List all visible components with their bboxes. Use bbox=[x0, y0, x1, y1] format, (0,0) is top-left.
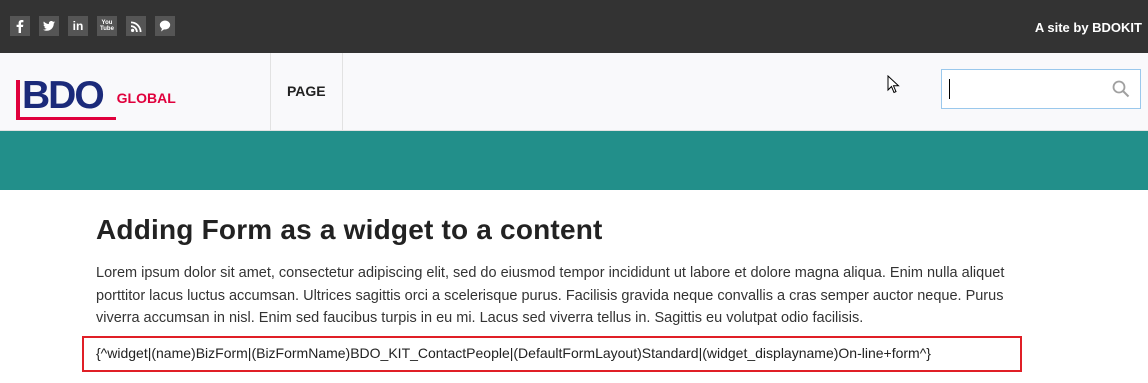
search-box[interactable] bbox=[941, 69, 1141, 109]
logo-underline bbox=[16, 117, 116, 120]
twitter-icon[interactable] bbox=[39, 16, 59, 36]
search-input[interactable] bbox=[942, 70, 1102, 108]
top-bar: in You Tube A site by BDOKIT bbox=[0, 0, 1148, 53]
nav-divider bbox=[342, 53, 343, 131]
facebook-icon[interactable] bbox=[10, 16, 30, 36]
logo-sub: GLOBAL bbox=[116, 90, 176, 106]
widget-code-highlight: {^widget|(name)BizForm|(BizFormName)BDO_… bbox=[82, 336, 1022, 372]
rss-icon[interactable] bbox=[126, 16, 146, 36]
site-by-text[interactable]: A site by BDOKIT bbox=[1035, 20, 1142, 35]
logo-red-bar bbox=[16, 80, 20, 118]
nav-divider bbox=[270, 53, 271, 131]
text-caret bbox=[949, 79, 950, 99]
body-paragraph: Lorem ipsum dolor sit amet, consectetur … bbox=[96, 265, 1005, 326]
nav-item-page[interactable]: PAGE bbox=[287, 83, 326, 99]
search-icon[interactable] bbox=[1112, 80, 1130, 98]
site-header: BDO GLOBAL PAGE bbox=[0, 53, 1148, 131]
logo-text: BDO bbox=[22, 74, 105, 117]
bdo-logo[interactable]: BDO GLOBAL bbox=[16, 70, 176, 120]
mouse-pointer-icon bbox=[887, 75, 900, 94]
widget-code: {^widget|(name)BizForm|(BizFormName)BDO_… bbox=[96, 345, 931, 361]
linkedin-icon[interactable]: in bbox=[68, 16, 88, 36]
page-title: Adding Form as a widget to a content bbox=[96, 214, 603, 245]
hero-band bbox=[0, 131, 1148, 190]
chat-icon[interactable] bbox=[155, 16, 175, 36]
youtube-icon[interactable]: You Tube bbox=[97, 16, 117, 36]
social-links: in You Tube bbox=[10, 16, 175, 36]
